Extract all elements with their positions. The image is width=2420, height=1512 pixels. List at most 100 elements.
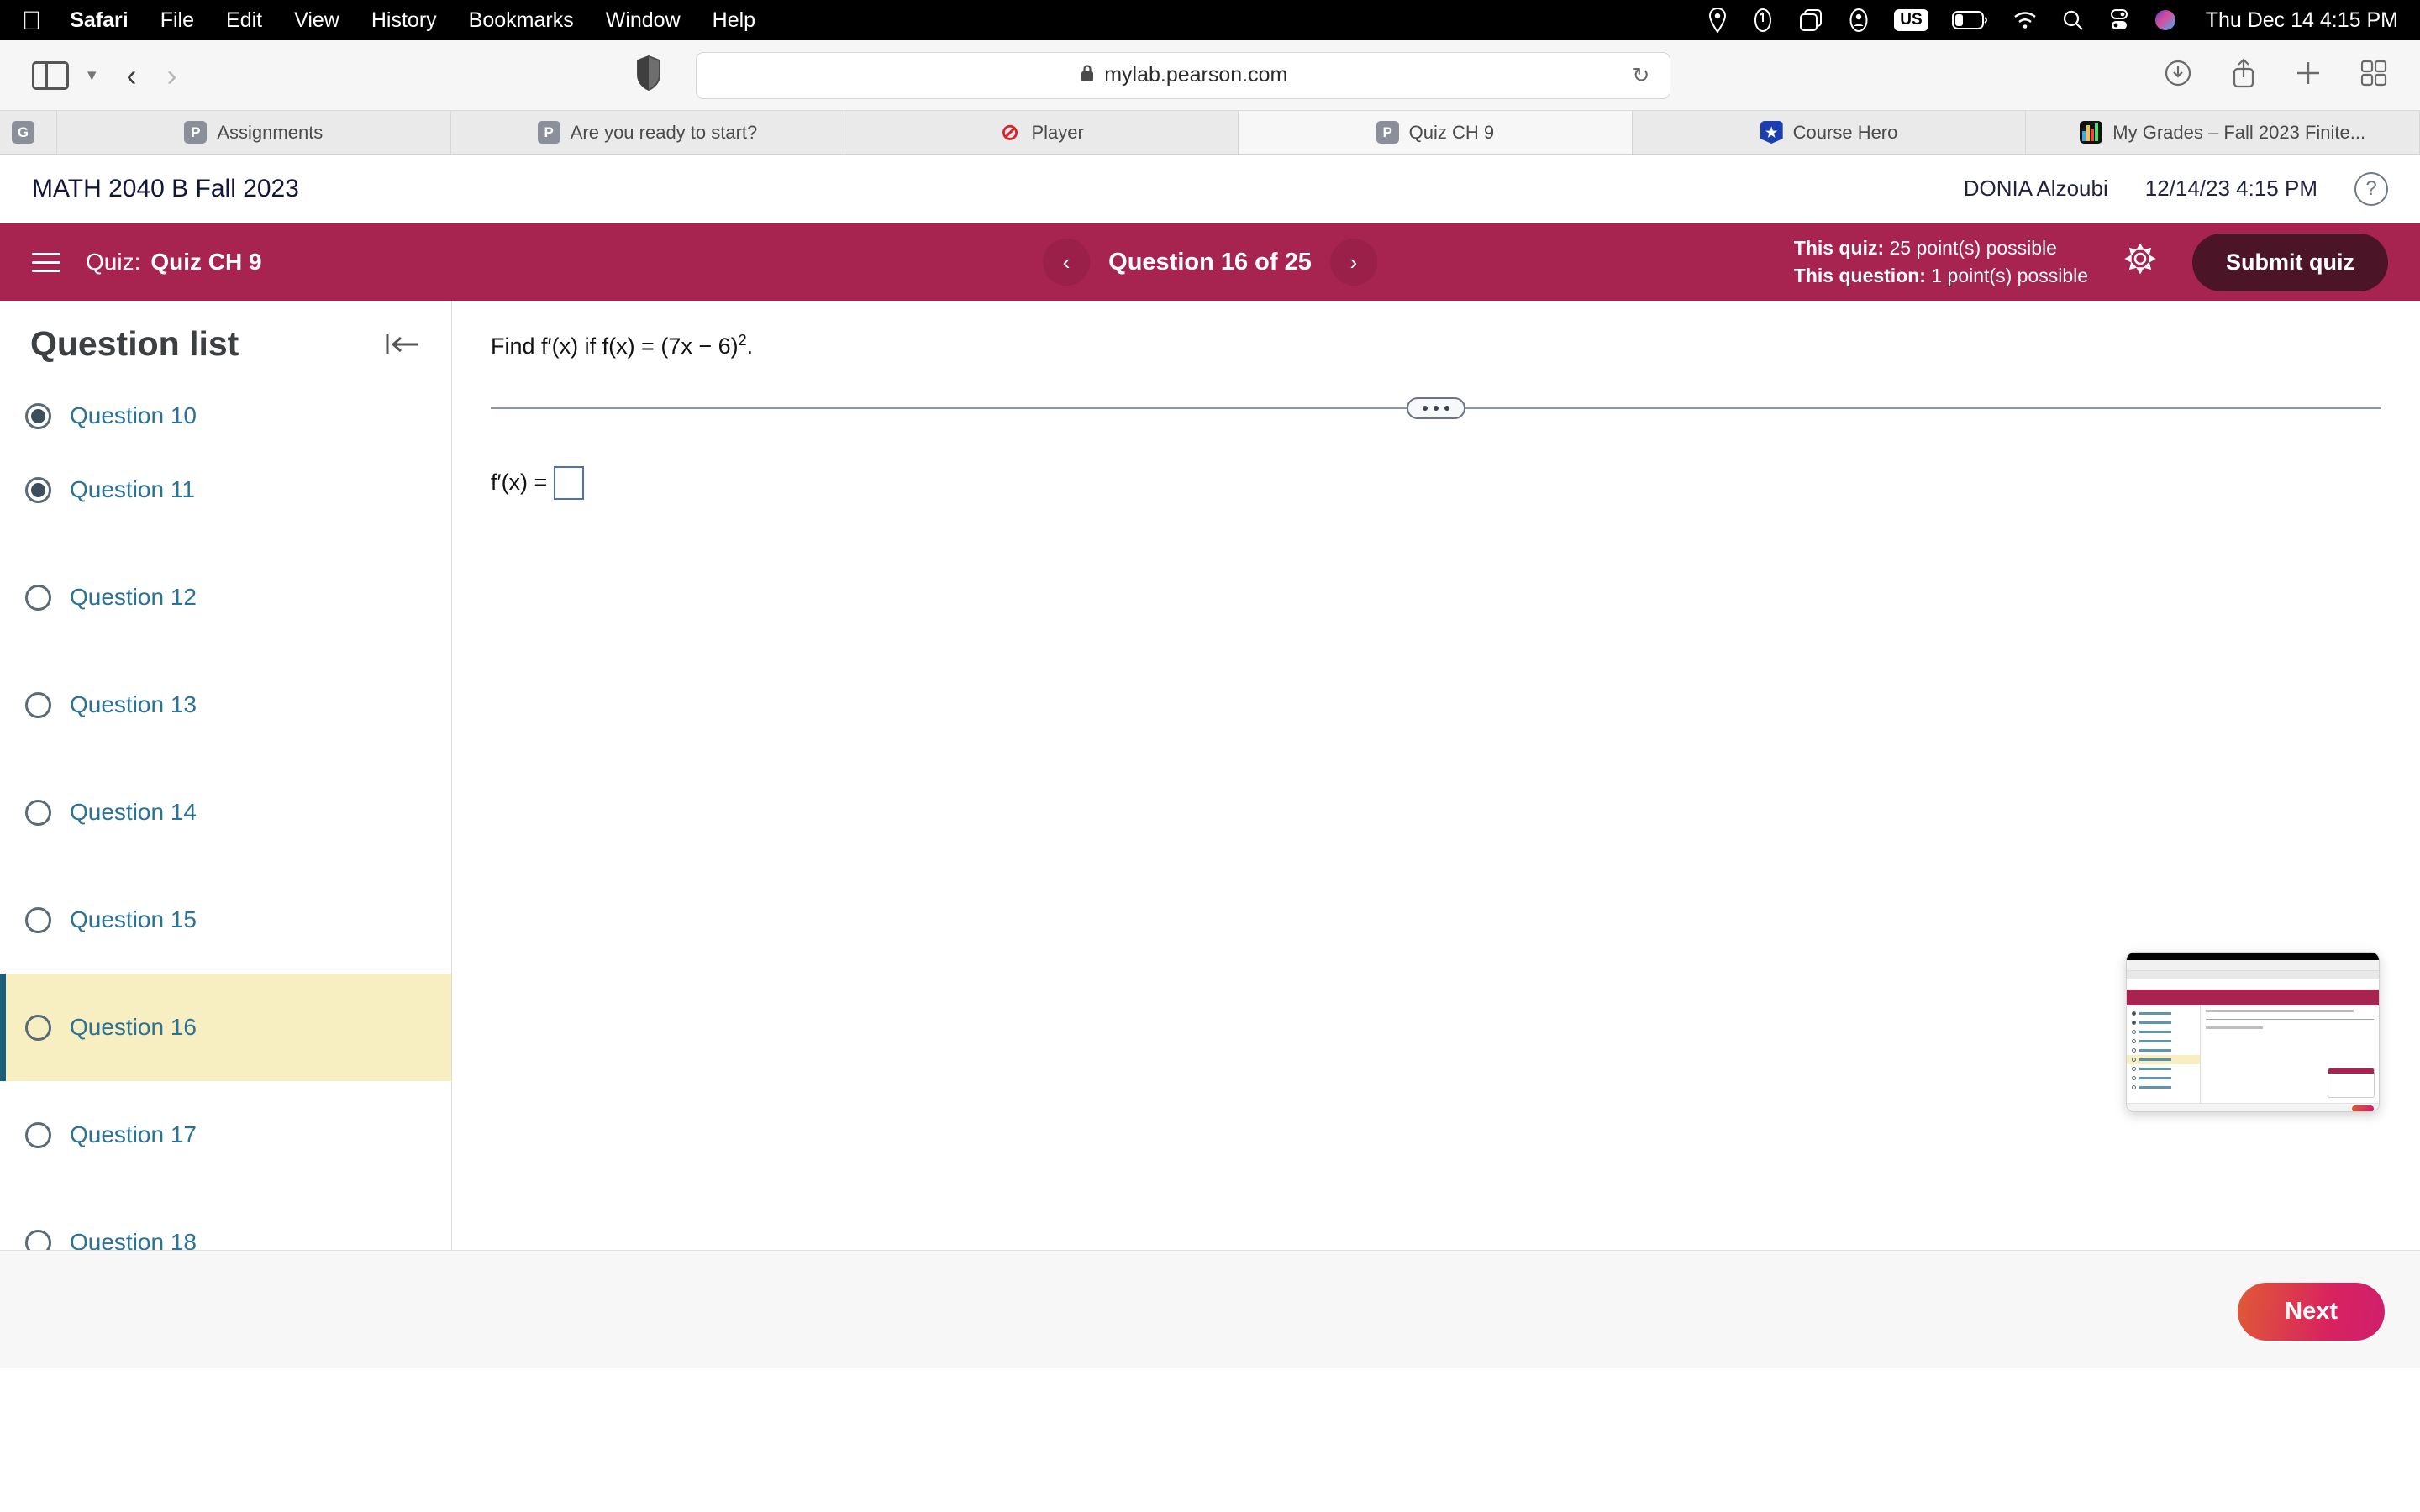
panel-divider <box>491 396 2381 419</box>
question-list-item-12[interactable]: Question 12 <box>0 543 451 651</box>
control-center-icon[interactable] <box>2108 6 2130 34</box>
previous-question-button[interactable]: ‹ <box>1043 239 1091 286</box>
preview-menubar <box>2127 953 2379 960</box>
question-status-radio[interactable] <box>25 1014 51 1041</box>
preview-row <box>2127 1009 2200 1018</box>
menu-item-safari[interactable]: Safari <box>70 8 128 33</box>
location-pin-icon[interactable] <box>1707 6 1728 34</box>
course-header: MATH 2040 B Fall 2023 DONIA Alzoubi 12/1… <box>0 155 2420 223</box>
question-list-item-14[interactable]: Question 14 <box>0 759 451 866</box>
hamburger-menu-icon[interactable] <box>32 252 60 272</box>
menu-item-bookmarks[interactable]: Bookmarks <box>469 8 574 33</box>
downloads-icon[interactable] <box>2163 58 2193 92</box>
menu-item-help[interactable]: Help <box>713 8 755 33</box>
question-status-radio[interactable] <box>25 476 51 503</box>
quiz-label: Quiz: <box>86 249 141 275</box>
question-status-radio[interactable] <box>25 691 51 718</box>
wifi-icon[interactable] <box>2012 6 2038 34</box>
question-counter: Question 16 of 25 <box>1108 248 1312 276</box>
menu-item-edit[interactable]: Edit <box>226 8 262 33</box>
player-favicon-icon: ⊘ <box>1001 119 1019 144</box>
preview-toolbar <box>2127 960 2379 971</box>
question-list-item-11[interactable]: Question 11 <box>0 436 451 543</box>
preview-row <box>2127 1037 2200 1046</box>
siri-icon[interactable] <box>2154 6 2177 34</box>
apple-logo-icon[interactable]:  <box>22 8 41 34</box>
question-text-exponent: 2 <box>738 332 747 349</box>
question-list-title: Question list <box>30 324 239 363</box>
preview-row <box>2127 1074 2200 1083</box>
menu-item-history[interactable]: History <box>371 8 437 33</box>
tab-overview-icon[interactable] <box>2360 59 2388 92</box>
resize-handle-icon[interactable] <box>1407 396 1465 419</box>
question-status-radio[interactable] <box>25 1121 51 1148</box>
question-status-radio[interactable] <box>25 584 51 611</box>
question-status-radio[interactable] <box>25 1229 51 1250</box>
next-button[interactable]: Next <box>2238 1283 2385 1341</box>
preview-course-header <box>2127 979 2379 990</box>
question-panel: Find f′(x) if f(x) = (7x − 6)2. f′(x) = <box>452 301 2420 1250</box>
tab-player[interactable]: ⊘ Player <box>844 111 1239 154</box>
question-points-line: This question: 1 point(s) possible <box>1794 262 2088 290</box>
user-account-icon[interactable] <box>1847 6 1870 34</box>
question-list-item-10[interactable]: Question 10 <box>0 379 451 436</box>
question-list-item-17[interactable]: Question 17 <box>0 1081 451 1189</box>
pearson-favicon-icon: P <box>1376 121 1399 144</box>
tab-google[interactable]: G <box>0 111 57 154</box>
menu-item-window[interactable]: Window <box>606 8 681 33</box>
question-list-item-13[interactable]: Question 13 <box>0 651 451 759</box>
tab-assignments[interactable]: P Assignments <box>57 111 451 154</box>
question-text: Find f′(x) if f(x) = (7x − 6)2. <box>491 329 2381 364</box>
next-question-button[interactable]: › <box>1329 239 1377 286</box>
url-text: mylab.pearson.com <box>1104 63 1288 87</box>
question-status-radio[interactable] <box>25 403 51 429</box>
input-source-us-icon[interactable]: US <box>1894 6 1928 34</box>
answer-input[interactable] <box>554 465 585 500</box>
collapse-panel-icon[interactable] <box>384 331 421 358</box>
sidebar-toggle-icon[interactable] <box>32 60 69 90</box>
forward-arrow-icon[interactable]: › <box>167 58 177 93</box>
menu-item-view[interactable]: View <box>294 8 339 33</box>
question-status-radio[interactable] <box>25 799 51 826</box>
menubar-clock[interactable]: Thu Dec 14 4:15 PM <box>2206 8 2398 33</box>
clock-icon[interactable] <box>1751 6 1775 34</box>
page-title: MATH 2040 B Fall 2023 <box>32 174 299 202</box>
tab-label: Quiz CH 9 <box>1408 121 1495 143</box>
preview-tabbar <box>2127 971 2379 979</box>
help-question-icon[interactable]: ? <box>2354 171 2388 206</box>
macos-menu-bar:  Safari File Edit View History Bookmark… <box>0 0 2420 40</box>
tab-are-you-ready-to-start[interactable]: P Are you ready to start? <box>450 111 845 154</box>
screen-mirroring-icon[interactable] <box>1798 6 1823 34</box>
safari-tab-bar: G P Assignments P Are you ready to start… <box>0 111 2420 155</box>
course-header-right: DONIA Alzoubi 12/14/23 4:15 PM ? <box>1964 171 2388 206</box>
question-status-radio[interactable] <box>25 906 51 933</box>
quiz-bar-right: This quiz: 25 point(s) possible This que… <box>1793 233 2388 291</box>
preview-nested-thumbnail <box>2328 1068 2375 1098</box>
spotlight-search-icon[interactable] <box>2061 6 2085 34</box>
address-bar[interactable]: mylab.pearson.com ↻ <box>696 51 1671 99</box>
chevron-down-icon[interactable]: ▾ <box>87 65 97 86</box>
back-arrow-icon[interactable]: ‹ <box>127 58 137 93</box>
gear-icon[interactable] <box>2123 242 2157 283</box>
screen-recording-preview[interactable] <box>2126 952 2380 1112</box>
question-navigator: ‹ Question 16 of 25 › <box>1043 239 1377 286</box>
quiz-points-label: This quiz: <box>1793 236 1885 259</box>
new-tab-icon[interactable] <box>2294 59 2323 92</box>
tab-quiz-ch-9[interactable]: P Quiz CH 9 <box>1239 111 1633 154</box>
tab-my-grades[interactable]: My Grades – Fall 2023 Finite... <box>2026 111 2420 154</box>
timestamp: 12/14/23 4:15 PM <box>2144 176 2317 201</box>
tab-course-hero[interactable]: ★ Course Hero <box>1632 111 2027 154</box>
question-list-item-15[interactable]: Question 15 <box>0 866 451 974</box>
question-footer: Next <box>0 1250 2420 1368</box>
question-list-item-16[interactable]: Question 16 <box>0 974 451 1081</box>
privacy-shield-icon[interactable] <box>635 55 662 95</box>
question-list-item-18[interactable]: Question 18 <box>0 1189 451 1250</box>
menu-item-file[interactable]: File <box>160 8 194 33</box>
question-list-item-label: Question 12 <box>70 584 197 610</box>
battery-icon[interactable] <box>1951 6 1989 34</box>
g-favicon-icon: G <box>12 121 34 144</box>
quiz-bar: Quiz: Quiz CH 9 ‹ Question 16 of 25 › Th… <box>0 223 2420 301</box>
reload-icon[interactable]: ↻ <box>1632 63 1649 88</box>
share-icon[interactable] <box>2230 57 2257 93</box>
submit-quiz-button[interactable]: Submit quiz <box>2192 233 2388 291</box>
